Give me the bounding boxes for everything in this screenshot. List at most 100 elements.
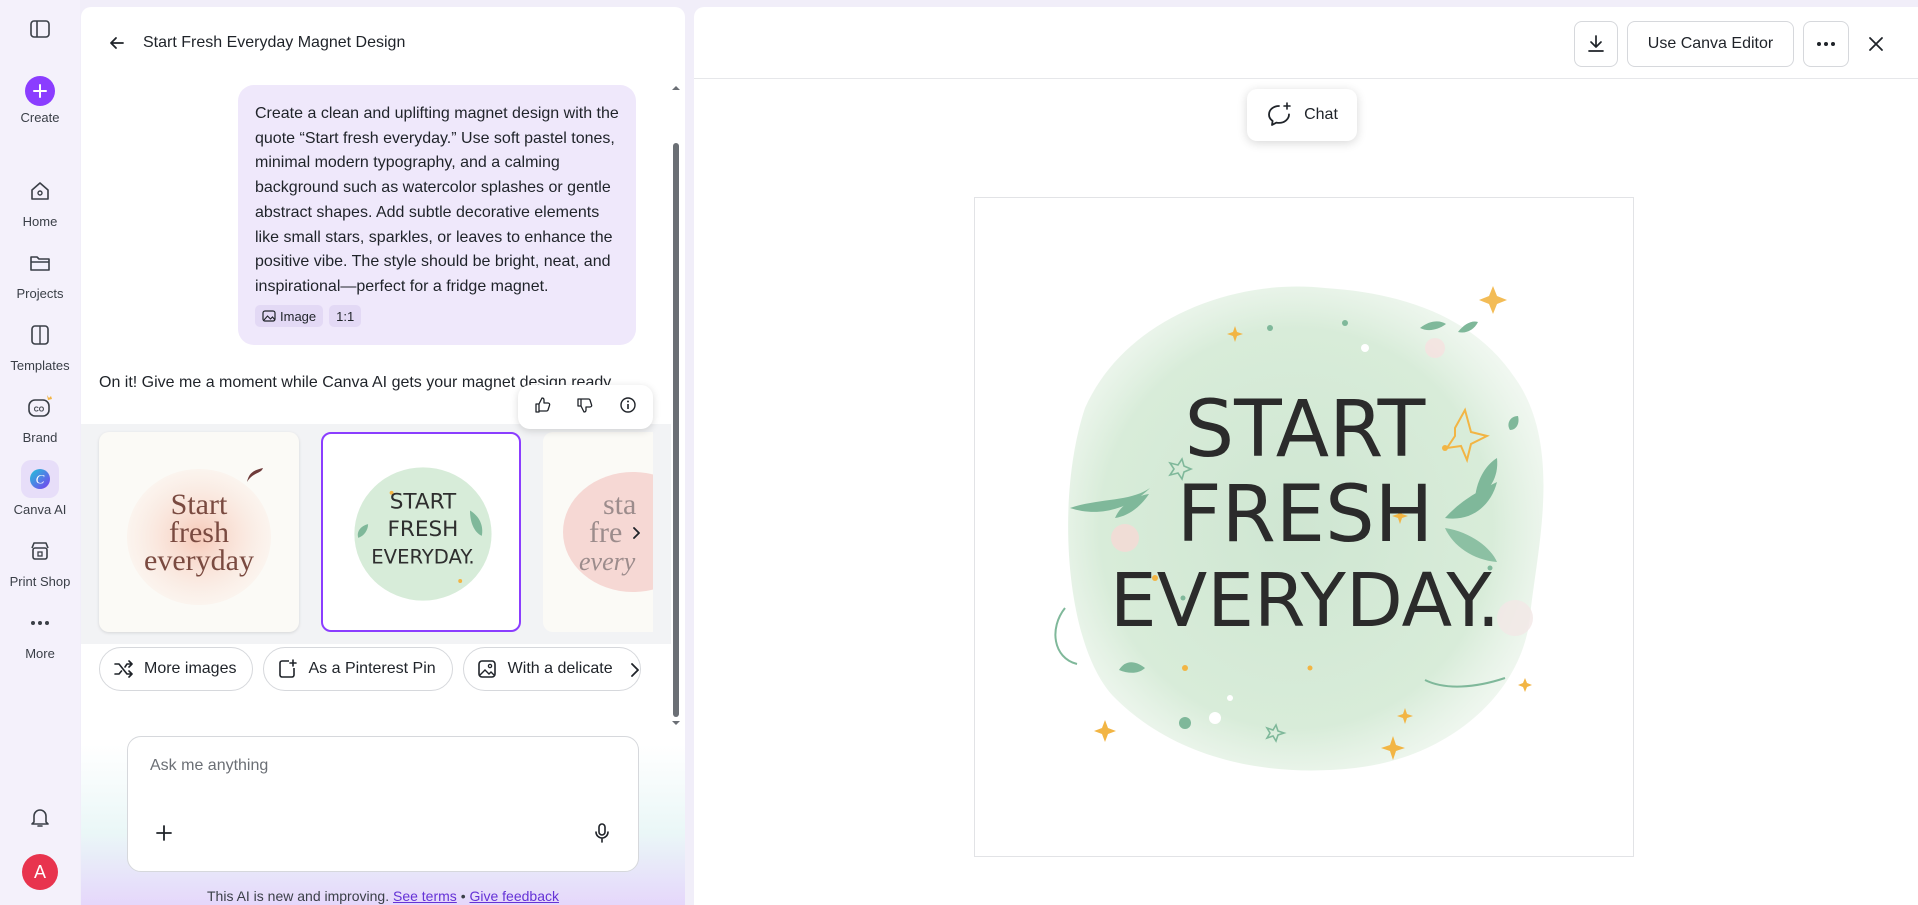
chat-panel: Start Fresh Everyday Magnet Design Creat…: [81, 7, 685, 905]
chat-header: Start Fresh Everyday Magnet Design: [81, 7, 685, 79]
chat-toggle-button[interactable]: Chat: [1247, 89, 1357, 141]
give-feedback-link[interactable]: Give feedback: [469, 888, 559, 904]
disclaimer-text: This AI is new and improving.: [207, 888, 390, 904]
thumbnail-2-line-1: START: [390, 489, 457, 514]
back-button[interactable]: [99, 25, 135, 61]
suggestion-pinterest-pin[interactable]: As a Pinterest Pin: [263, 647, 453, 691]
thumbs-up-icon: [535, 396, 551, 413]
suggestion-more-images[interactable]: More images: [99, 647, 254, 691]
chat-input[interactable]: [150, 757, 610, 775]
info-button[interactable]: [619, 396, 637, 419]
rail-label-create: Create: [20, 110, 60, 125]
svg-text:CO: CO: [34, 407, 45, 414]
thumbnail-1-line-3: everyday: [144, 544, 254, 577]
add-attachment-button[interactable]: [150, 819, 178, 847]
rail-more[interactable]: More: [0, 604, 80, 661]
rail-label-print-shop: Print Shop: [9, 574, 71, 589]
suggestion-delicate[interactable]: With a delicate: [462, 647, 641, 691]
rail-canva-ai[interactable]: C Canva AI: [0, 460, 80, 517]
rail-home[interactable]: Home: [0, 172, 80, 229]
rail-create[interactable]: Create: [0, 76, 80, 125]
folder-icon: [21, 244, 59, 282]
left-rail: Create Home Projects Templates CO Brand …: [0, 0, 80, 905]
plus-icon: [156, 825, 172, 841]
use-canva-editor-button[interactable]: Use Canva Editor: [1627, 21, 1794, 67]
canva-ai-icon: C: [21, 460, 59, 498]
suggestion-delicate-label: With a delicate: [507, 660, 613, 677]
rail-label-brand: Brand: [22, 430, 58, 445]
user-message-text: Create a clean and uplifting magnet desi…: [255, 105, 619, 295]
thumbnail-3-line-2: fre: [589, 516, 622, 549]
thumbnail-1-artwork: Start fresh everyday: [127, 468, 271, 605]
chip-image: Image: [255, 305, 324, 327]
account-button[interactable]: A: [0, 854, 80, 890]
chip-image-label: Image: [280, 308, 317, 324]
chat-input-box: [127, 736, 639, 872]
gallery-next-button[interactable]: [621, 518, 651, 548]
thumbs-down-button[interactable]: [576, 396, 594, 419]
ai-disclaimer: This AI is new and improving. See terms …: [81, 888, 685, 904]
download-icon: [1588, 35, 1604, 52]
arrow-left-icon: [110, 37, 124, 49]
voice-input-button[interactable]: [588, 819, 616, 847]
suggestion-more-images-label: More images: [144, 660, 237, 677]
chat-title: Start Fresh Everyday Magnet Design: [143, 34, 406, 51]
rail-brand[interactable]: CO Brand: [0, 388, 80, 445]
add-page-icon: [279, 659, 298, 678]
shop-icon: [21, 532, 59, 570]
chevron-right-icon: [631, 663, 639, 677]
rail-templates[interactable]: Templates: [0, 316, 80, 373]
home-icon: [21, 172, 59, 210]
preview-toolbar: Use Canva Editor: [694, 7, 1918, 79]
info-icon: [620, 396, 636, 413]
bell-icon: [21, 798, 59, 836]
sidebar-toggle-icon: [21, 10, 59, 48]
chevron-right-icon: [633, 527, 640, 539]
close-icon: [1869, 37, 1883, 51]
rail-print-shop[interactable]: Print Shop: [0, 532, 80, 589]
chat-pill-label: Chat: [1304, 106, 1338, 123]
scroll-down-icon: [672, 721, 680, 725]
notifications-button[interactable]: [0, 798, 80, 836]
chip-aspect-label: 1:1: [336, 308, 355, 324]
more-dots-icon: [1817, 42, 1835, 46]
chat-scrollbar[interactable]: [670, 83, 682, 728]
templates-icon: [21, 316, 59, 354]
scroll-up-icon: [672, 86, 680, 90]
microphone-icon: [595, 823, 609, 843]
design-preview-panel: Use Canva Editor Chat START FRESH EVERYD…: [694, 7, 1918, 905]
close-preview-button[interactable]: [1862, 30, 1890, 58]
shuffle-icon: [114, 660, 133, 678]
thumbs-up-button[interactable]: [534, 396, 552, 419]
rail-projects[interactable]: Projects: [0, 244, 80, 301]
rail-label-templates: Templates: [10, 358, 70, 373]
design-canvas[interactable]: START FRESH EVERYDAY.: [974, 197, 1634, 857]
result-thumbnail-2-selected[interactable]: START FRESH EVERYDAY.: [321, 432, 521, 632]
suggestion-pinterest-pin-label: As a Pinterest Pin: [308, 660, 436, 677]
plus-icon: [25, 76, 55, 106]
see-terms-link[interactable]: See terms: [393, 888, 457, 904]
download-button[interactable]: [1574, 21, 1618, 67]
disclaimer-separator: •: [460, 888, 466, 904]
thumbnail-2-line-3: EVERYDAY.: [371, 545, 474, 568]
prompt-chips: Image 1:1: [255, 305, 362, 327]
brand-icon: CO: [21, 388, 59, 426]
thumbnail-2-line-2: FRESH: [388, 517, 459, 542]
feedback-toolbar: [518, 385, 653, 429]
scrollbar-thumb[interactable]: [673, 143, 679, 717]
suggestions-next-button[interactable]: [625, 661, 645, 681]
chat-bubble-icon: [1268, 102, 1291, 126]
more-options-button[interactable]: [1803, 21, 1849, 67]
toggle-sidebar-button[interactable]: [0, 10, 80, 48]
more-dots-icon: [21, 604, 59, 642]
image-results-gallery: Start fresh everyday START FRESH EVERYDA…: [81, 424, 671, 644]
svg-text:C: C: [36, 472, 45, 487]
design-line-1: START: [1185, 385, 1426, 475]
rail-label-more: More: [25, 646, 55, 661]
result-thumbnail-1[interactable]: Start fresh everyday: [99, 432, 299, 632]
suggestion-chips: More images As a Pinterest Pin With a de…: [99, 647, 659, 693]
image-edit-icon: [477, 660, 496, 678]
design-line-2: FRESH: [1177, 470, 1434, 560]
design-line-3: EVERYDAY.: [1110, 558, 1500, 644]
magnet-design-artwork: START FRESH EVERYDAY.: [1054, 286, 1544, 771]
